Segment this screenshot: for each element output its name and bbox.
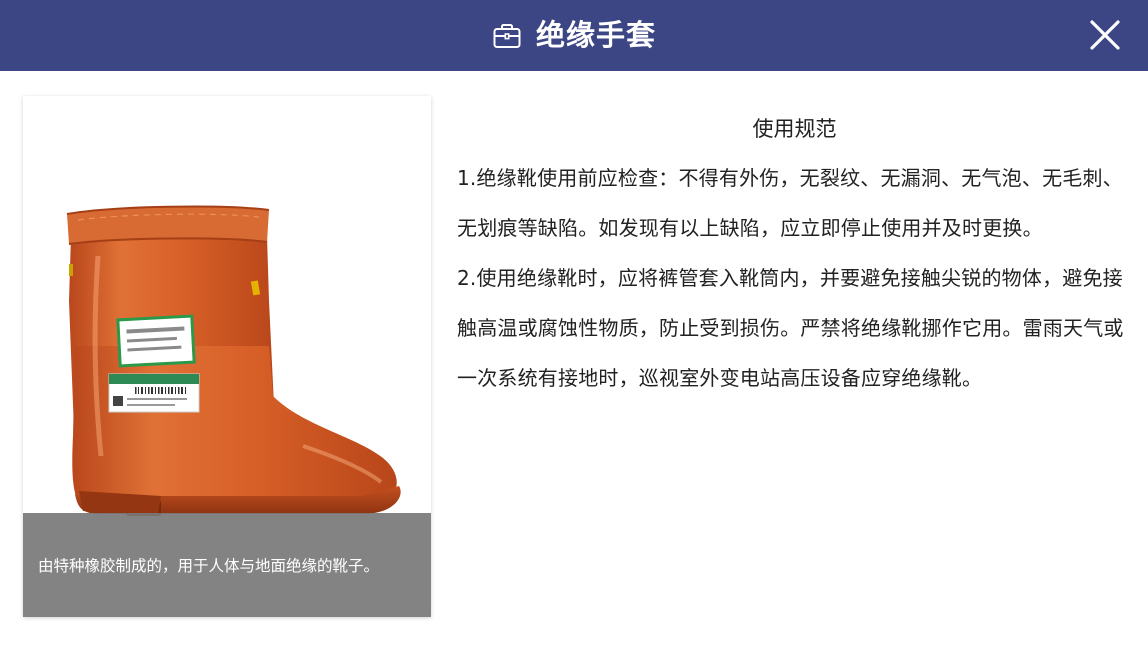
page-title: 绝缘手套 xyxy=(535,18,656,52)
guide-paragraph-1: 1.绝缘靴使用前应检查：不得有外伤，无裂纹、无漏洞、无气泡、无毛刺、无划痕等缺陷… xyxy=(457,166,1123,240)
caption-bar: 由特种橡胶制成的，用于人体与地面绝缘的靴子。 xyxy=(23,513,431,617)
header-bar: 绝缘手套 xyxy=(0,0,1148,71)
caption-text: 由特种橡胶制成的，用于人体与地面绝缘的靴子。 xyxy=(38,557,380,575)
guide-heading: 使用规范 xyxy=(752,117,837,141)
guide-paragraph-2: 2.使用绝缘靴时，应将裤管套入靴筒内，并要避免接触尖锐的物体，避免接触高温或腐蚀… xyxy=(457,266,1124,390)
close-button[interactable] xyxy=(1088,18,1122,52)
usage-guide: 使用规范 1.绝缘靴使用前应检查：不得有外伤，无裂纹、无漏洞、无气泡、无毛刺、无… xyxy=(457,105,1132,403)
header-title-group: 绝缘手套 xyxy=(0,0,1148,71)
toolbox-icon xyxy=(492,21,522,51)
product-card: 由特种橡胶制成的，用于人体与地面绝缘的靴子。 xyxy=(23,96,431,617)
close-icon xyxy=(1090,20,1120,50)
